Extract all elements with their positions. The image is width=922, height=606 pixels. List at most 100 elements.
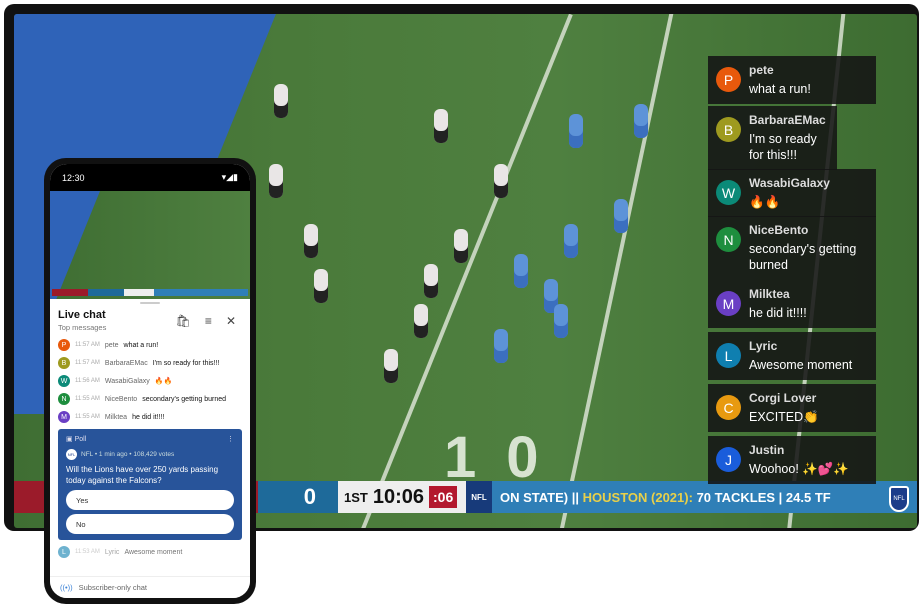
chat-message: M 11:55 AM Milktea he did it!!!! [50, 408, 250, 426]
status-time: 12:30 [62, 172, 85, 183]
tv-chat-message: Ppete what a run! [708, 56, 876, 104]
message-text: Awesome moment [749, 358, 853, 372]
poll-question: Will the Lions have over 250 yards passi… [66, 465, 219, 485]
chat-message: P 11:57 AM pete what a run! [50, 336, 250, 354]
phone-screen: 12:30 ▾◢▮ Live chat Top messages 🛍 ≡ ✕ P… [50, 164, 250, 598]
message-time: 11:57 AM [75, 360, 100, 366]
message-author: NiceBento [749, 223, 809, 237]
chat-header: Live chat Top messages 🛍 ≡ ✕ [50, 299, 250, 336]
message-text: 🔥🔥 [154, 378, 173, 385]
chat-title: Live chat [58, 309, 106, 321]
tv-chat-message: B BarbaraEMac I'm so ready for this!!! [708, 106, 837, 170]
ticker-highlight: HOUSTON (2021): [582, 489, 693, 505]
message-author: Corgi Lover [749, 391, 817, 405]
message-author: WasabiGalaxy [104, 377, 150, 385]
poll-card: ▣ Poll ⋮ NFL NFL • 1 min ago • 108,429 vot… [58, 429, 242, 540]
message-time: 11:55 AM [75, 414, 100, 420]
avatar: J [716, 447, 741, 472]
message-author: Milktea [104, 413, 128, 421]
signal-battery-icon: ▾◢▮ [221, 172, 238, 182]
message-text: Awesome moment [124, 548, 183, 556]
avatar: W [58, 375, 70, 387]
message-text: EXCITED👏 [749, 410, 819, 424]
message-author: NiceBento [104, 395, 138, 403]
player [564, 224, 578, 258]
clock: 10:06 [372, 485, 424, 508]
chat-mode-dropdown[interactable]: Top messages [58, 323, 106, 332]
message-text: secondary's getting burned [749, 242, 857, 272]
player [384, 349, 398, 383]
chat-message: W 11:56 AM WasabiGalaxy 🔥🔥 [50, 372, 250, 390]
player [569, 114, 583, 148]
player [274, 84, 288, 118]
ticker-stat: 70 TACKLES | 24.5 TF [696, 489, 831, 505]
player [314, 269, 328, 303]
game-clock: 1ST 10:06 :06 [338, 481, 466, 513]
message-text: 🔥🔥 [749, 195, 781, 209]
avatar: M [716, 291, 741, 316]
tv-chat-message: W WasabiGalaxy 🔥🔥 [708, 169, 876, 217]
tv-chat-message: L Lyric Awesome moment [708, 332, 876, 380]
message-author: pete [104, 341, 119, 349]
nfl-avatar-icon: NFL [66, 449, 77, 460]
subscriber-only-label: Subscriber-only chat [78, 583, 147, 592]
avatar: P [58, 339, 70, 351]
message-author: BarbaraEMac [104, 359, 148, 367]
player [494, 329, 508, 363]
phone: 12:30 ▾◢▮ Live chat Top messages 🛍 ≡ ✕ P… [44, 158, 256, 604]
tv-chat-message: N NiceBento secondary's getting burned [708, 216, 876, 280]
avatar: M [58, 411, 70, 423]
yard-line [555, 14, 677, 528]
nfl-logo-icon: NFL [466, 481, 492, 513]
message-text: he did it!!!! [749, 306, 807, 320]
message-time: 11:55 AM [75, 396, 100, 402]
avatar: C [716, 395, 741, 420]
avatar: B [58, 357, 70, 369]
player [434, 109, 448, 143]
endzone [50, 191, 100, 299]
quarter: 1ST [344, 489, 368, 505]
poll-option-yes[interactable]: Yes [66, 490, 234, 510]
ticker-text: ON STATE) || [500, 489, 580, 505]
player [414, 304, 428, 338]
player [494, 164, 508, 198]
nfl-watermark-icon: NFL [889, 486, 909, 512]
message-text: I'm so ready for this!!! [749, 132, 817, 162]
phone-scorebar [52, 289, 248, 296]
phone-video[interactable] [50, 191, 250, 299]
avatar: N [716, 227, 741, 252]
drag-handle[interactable] [140, 302, 160, 304]
message-author: Lyric [104, 548, 120, 556]
tv-chat-message: C Corgi Lover EXCITED👏 [708, 384, 876, 432]
shopping-bag-icon[interactable]: 🛍 [176, 314, 191, 328]
chat-messages: P 11:57 AM pete what a run! B 11:57 AM Barbara… [50, 336, 250, 426]
message-author: Lyric [749, 339, 778, 353]
avatar: L [58, 546, 70, 558]
ticker: ON STATE) || HOUSTON (2021): 70 TACKLES … [492, 481, 917, 513]
poll-option-no[interactable]: No [66, 514, 234, 534]
filter-icon[interactable]: ≡ [205, 314, 212, 328]
message-text: I'm so ready for this!!! [152, 359, 220, 367]
message-text: he did it!!!! [132, 413, 165, 421]
more-options-icon[interactable]: ⋮ [227, 435, 234, 443]
close-icon[interactable]: ✕ [226, 314, 236, 328]
message-text: what a run! [123, 341, 159, 349]
message-author: Milktea [749, 287, 790, 301]
message-time: 11:53 AM [75, 549, 100, 555]
player [269, 164, 283, 198]
message-text: what a run! [749, 82, 811, 96]
avatar: W [716, 180, 741, 205]
chat-message: B 11:57 AM BarbaraEMac I'm so ready for thi… [50, 354, 250, 372]
player [554, 304, 568, 338]
poll-label: ▣ Poll [66, 436, 87, 443]
tv-chat-message: J Justin Woohoo! ✨💕✨ [708, 436, 876, 484]
message-text: secondary's getting burned [142, 395, 227, 403]
player [424, 264, 438, 298]
avatar: B [716, 117, 741, 142]
chat-message: N 11:55 AM NiceBento secondary's getting bu… [50, 390, 250, 408]
chat-message: L 11:53 AM Lyric Awesome moment [50, 543, 250, 561]
poll-meta: NFL • 1 min ago • 108,429 votes [81, 451, 175, 458]
message-author: WasabiGalaxy [749, 176, 830, 190]
player [304, 224, 318, 258]
avatar: P [716, 67, 741, 92]
